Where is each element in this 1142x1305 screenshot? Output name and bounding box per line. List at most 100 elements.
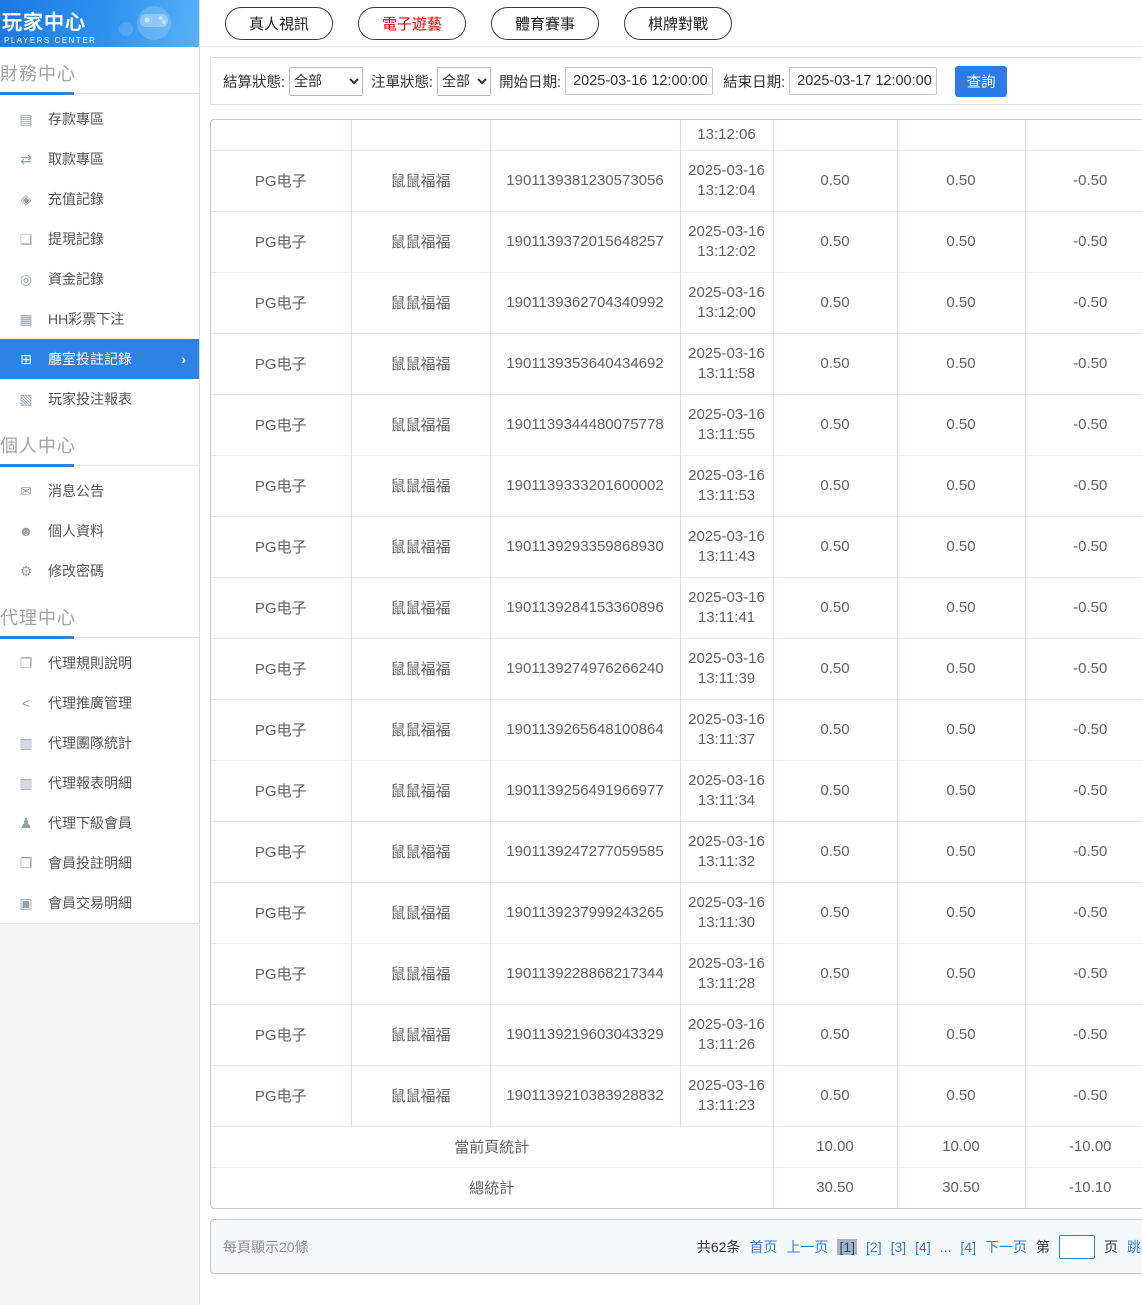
sidebar-item[interactable]: ❏ 提現記錄 (0, 219, 199, 259)
sidebar-item[interactable]: < 代理推廣管理 (0, 683, 199, 723)
sidebar-item[interactable]: ▧ 玩家投注報表 (0, 379, 199, 419)
sidebar-section-title: 代理中心 (0, 591, 199, 639)
bet-time-cell: 2025-03-16 13:11:32 (680, 820, 774, 882)
sidebar: 玩家中心 PLAYERS CENTER 財務中心 ▤ 存款專區 ⇄ 取款專區 ◈ 充值記錄 ❏… (0, 0, 200, 924)
sidebar-item[interactable]: ▣ 會員交易明細 (0, 883, 199, 923)
platform-cell: PG电子 (211, 393, 352, 455)
sidebar-item[interactable]: ▦ HH彩票下注 (0, 299, 199, 339)
table-cell (897, 120, 1026, 150)
table-row: PG电子 鼠鼠福福 1901139372015648257 2025-03-16 13:… (211, 210, 1142, 272)
chevron-right-icon: › (181, 351, 186, 367)
summary-profit-cell: -10.10 (1025, 1166, 1142, 1208)
end-date-input[interactable] (789, 67, 938, 95)
sidebar-item[interactable]: ⇄ 取款專區 (0, 139, 199, 179)
bet-time-cell: 2025-03-16 13:11:39 (680, 637, 774, 699)
sidebar-item-label: 代理規則說明 (48, 655, 132, 671)
bet-time-cell: 2025-03-16 13:11:23 (680, 1064, 774, 1126)
summary-valid-cell: 10.00 (897, 1125, 1026, 1167)
page-link[interactable]: [3] (891, 1239, 907, 1255)
deposit-icon: ▤ (19, 110, 33, 127)
tab-棋牌對戰[interactable]: 棋牌對戰 (624, 6, 733, 40)
pagination-controls: 共62条 首页 上一页 [1] [2] [3] [4]... [4] 下一页 第 页 跳… (697, 1234, 1142, 1259)
agent-team-stats-icon: ▥ (19, 734, 33, 751)
search-button[interactable]: 查詢 (955, 65, 1008, 97)
page-link[interactable]: [4] (960, 1239, 976, 1255)
summary-bet-cell: 10.00 (773, 1125, 898, 1167)
sidebar-item[interactable]: ▥ 代理報表明細 (0, 763, 199, 803)
tab-電子遊藝[interactable]: 電子遊藝 (358, 6, 467, 40)
table-row: PG电子 鼠鼠福福 1901139265648100864 2025-03-16 13:… (211, 698, 1142, 760)
profit-cell: -0.50 (1025, 698, 1142, 760)
prev-page-link[interactable]: 上一页 (786, 1237, 828, 1257)
sidebar-item[interactable]: ❐ 代理規則說明 (0, 643, 199, 683)
sidebar-item-label: HH彩票下注 (48, 311, 125, 327)
sidebar-item[interactable]: ◈ 充值記錄 (0, 179, 199, 219)
bet-amount-cell: 0.50 (773, 1003, 898, 1065)
sidebar-item[interactable]: ♟ 代理下級會員 (0, 803, 199, 843)
valid-amount-cell: 0.50 (897, 881, 1026, 943)
next-page-link[interactable]: 下一页 (985, 1237, 1027, 1257)
profit-cell: -0.50 (1025, 210, 1142, 272)
valid-amount-cell: 0.50 (897, 820, 1026, 882)
table-row: PG电子 鼠鼠福福 1901139237999243265 2025-03-16 13:… (211, 881, 1142, 943)
bet-records-table-panel: 13:12:06 PG电子 鼠鼠福福 1901139381230573056 2025-… (210, 119, 1142, 1209)
page-link[interactable]: [4] (915, 1239, 931, 1255)
order-number-cell: 1901139353640434692 (490, 332, 681, 394)
platform-cell: PG电子 (211, 698, 352, 760)
start-date-input[interactable] (565, 67, 714, 95)
profile-icon: ☻ (18, 523, 34, 539)
goto-page-input[interactable] (1059, 1234, 1095, 1259)
profit-cell: -0.50 (1025, 881, 1142, 943)
bet-amount-cell: 0.50 (773, 881, 898, 943)
sidebar-item-label: 代理團隊統計 (48, 735, 132, 751)
sidebar-item[interactable]: ▤ 存款專區 (0, 99, 199, 139)
profit-cell: -0.50 (1025, 637, 1142, 699)
platform-cell: PG电子 (211, 515, 352, 577)
platform-cell: PG电子 (211, 1003, 352, 1065)
order-number-cell: 1901139344480075778 (490, 393, 681, 455)
bet-time-cell: 2025-03-16 13:11:37 (680, 698, 774, 760)
sidebar-item[interactable]: ⊞ 廳室投註記錄 › (0, 339, 199, 379)
summary-profit-cell: -10.00 (1025, 1125, 1142, 1167)
table-row: PG电子 鼠鼠福福 1901139256491966977 2025-03-16 13:… (211, 759, 1142, 821)
order-number-cell: 1901139237999243265 (490, 881, 681, 943)
bet-amount-cell: 0.50 (773, 1064, 898, 1126)
valid-amount-cell: 0.50 (897, 393, 1026, 455)
agent-promo-icon: < (21, 695, 31, 711)
sidebar-item[interactable]: ▥ 代理團隊統計 (0, 723, 199, 763)
sidebar-item[interactable]: ☻ 個人資料 (0, 511, 199, 551)
order-number-cell: 1901139256491966977 (490, 759, 681, 821)
settle-status-select[interactable]: 全部 (289, 66, 364, 96)
platform-cell: PG电子 (211, 332, 352, 394)
profit-cell: -0.50 (1025, 149, 1142, 211)
sidebar-item[interactable]: ✉ 消息公告 (0, 471, 199, 511)
page-link[interactable]: [2] (866, 1239, 882, 1255)
sidebar-item-label: 廳室投註記錄 (48, 351, 132, 367)
bet-amount-cell: 0.50 (773, 820, 898, 882)
bet-time-cell: 2025-03-16 13:11:55 (680, 393, 774, 455)
order-number-cell: 1901139228868217344 (490, 942, 681, 1004)
password-icon: ⚙ (19, 562, 33, 579)
sidebar-item-label: 修改密碼 (48, 563, 104, 579)
jump-link[interactable]: 跳转 (1127, 1237, 1142, 1257)
profit-cell: -0.50 (1025, 454, 1142, 516)
agent-sub-members-icon: ♟ (19, 814, 33, 831)
table-row: PG电子 鼠鼠福福 1901139353640434692 2025-03-16 13:… (211, 332, 1142, 394)
member-bet-detail-icon: ❒ (19, 854, 33, 871)
valid-amount-cell: 0.50 (897, 271, 1026, 333)
hall-bet-record-icon: ⊞ (20, 350, 32, 367)
first-page-link[interactable]: 首页 (749, 1237, 777, 1257)
tab-真人視訊[interactable]: 真人視訊 (225, 6, 334, 40)
order-status-select[interactable]: 全部 (437, 66, 492, 96)
sidebar-item[interactable]: ⚙ 修改密碼 (0, 551, 199, 591)
page-link[interactable]: [1] (837, 1238, 858, 1255)
sidebar-item[interactable]: ❒ 會員投註明細 (0, 843, 199, 883)
order-number-cell: 1901139274976266240 (490, 637, 681, 699)
valid-amount-cell: 0.50 (897, 759, 1026, 821)
valid-amount-cell: 0.50 (897, 149, 1026, 211)
app-logo: 玩家中心 PLAYERS CENTER (0, 0, 199, 47)
platform-cell: PG电子 (211, 942, 352, 1004)
tab-體育賽事[interactable]: 體育賽事 (491, 6, 600, 40)
sidebar-item[interactable]: ◎ 資金記錄 (0, 259, 199, 299)
table-cell (773, 120, 898, 150)
